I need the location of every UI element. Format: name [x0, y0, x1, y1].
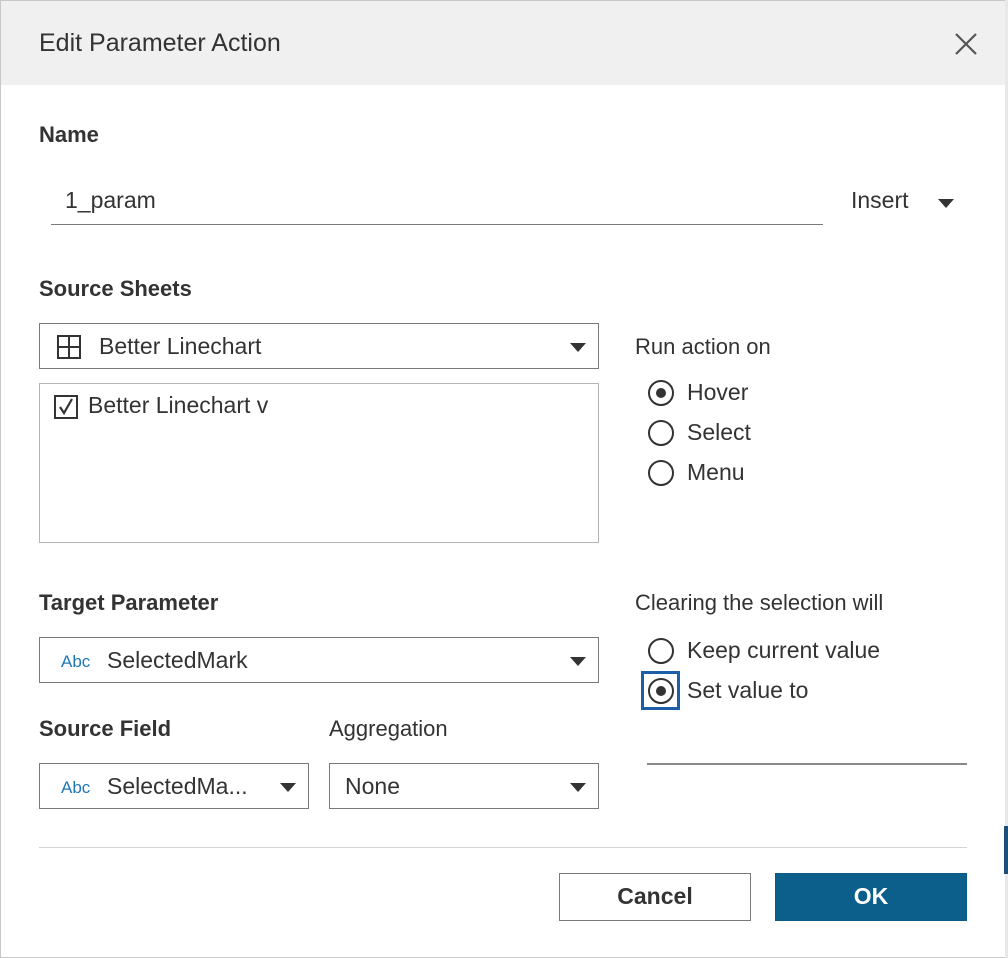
worksheet-grid-icon [57, 335, 81, 359]
radio-select[interactable] [648, 420, 674, 446]
edit-parameter-action-dialog: Edit Parameter Action Name Insert Source… [0, 0, 1006, 958]
close-icon[interactable] [951, 29, 981, 59]
aggregation-dropdown[interactable]: None [329, 763, 599, 809]
source-field-value: SelectedMa... [107, 773, 248, 799]
aggregation-value: None [345, 773, 400, 799]
sheet-checkbox[interactable] [54, 395, 78, 419]
radio-menu[interactable] [648, 460, 674, 486]
radio-hover[interactable] [648, 380, 674, 406]
source-field-label: Source Field [39, 716, 172, 741]
clearing-label: Clearing the selection will [635, 590, 884, 615]
cancel-button[interactable]: Cancel [559, 873, 751, 921]
dialog-titlebar: Edit Parameter Action [1, 1, 1005, 85]
chevron-down-icon [570, 783, 586, 792]
chevron-down-icon [570, 343, 586, 352]
string-type-badge: Abc [61, 652, 91, 671]
aggregation-label: Aggregation [329, 716, 448, 741]
datasource-value: Better Linechart [99, 333, 262, 359]
source-field-dropdown[interactable]: Abc SelectedMa... [39, 763, 309, 809]
target-parameter-dropdown[interactable]: Abc SelectedMark [39, 637, 599, 683]
source-datasource-dropdown[interactable]: Better Linechart [39, 323, 599, 369]
radio-menu-label[interactable]: Menu [687, 459, 745, 486]
dialog-title: Edit Parameter Action [39, 29, 281, 57]
chevron-down-icon [570, 657, 586, 666]
radio-keep-current-value-label[interactable]: Keep current value [687, 637, 880, 664]
radio-select-label[interactable]: Select [687, 419, 751, 446]
radio-set-value-to-label[interactable]: Set value to [687, 677, 808, 704]
background-app-accent [1004, 826, 1008, 874]
footer-divider [39, 847, 967, 848]
insert-caret-icon[interactable] [938, 199, 954, 208]
run-action-label: Run action on [635, 334, 771, 359]
name-section-label: Name [39, 122, 99, 147]
string-type-badge: Abc [61, 778, 91, 797]
source-sheets-label: Source Sheets [39, 276, 192, 301]
set-value-input[interactable] [647, 763, 967, 765]
ok-button[interactable]: OK [775, 873, 967, 921]
sheet-item-label[interactable]: Better Linechart v [88, 392, 268, 419]
checkmark-icon [59, 398, 73, 416]
insert-menu-button[interactable]: Insert [851, 187, 909, 214]
radio-keep-current-value[interactable] [648, 638, 674, 664]
chevron-down-icon [280, 783, 296, 792]
radio-hover-label[interactable]: Hover [687, 379, 748, 406]
name-input[interactable] [51, 177, 823, 225]
target-parameter-value: SelectedMark [107, 647, 248, 673]
radio-set-value-to[interactable] [648, 678, 674, 704]
sheet-list: Better Linechart v [39, 383, 599, 543]
target-parameter-label: Target Parameter [39, 590, 219, 615]
